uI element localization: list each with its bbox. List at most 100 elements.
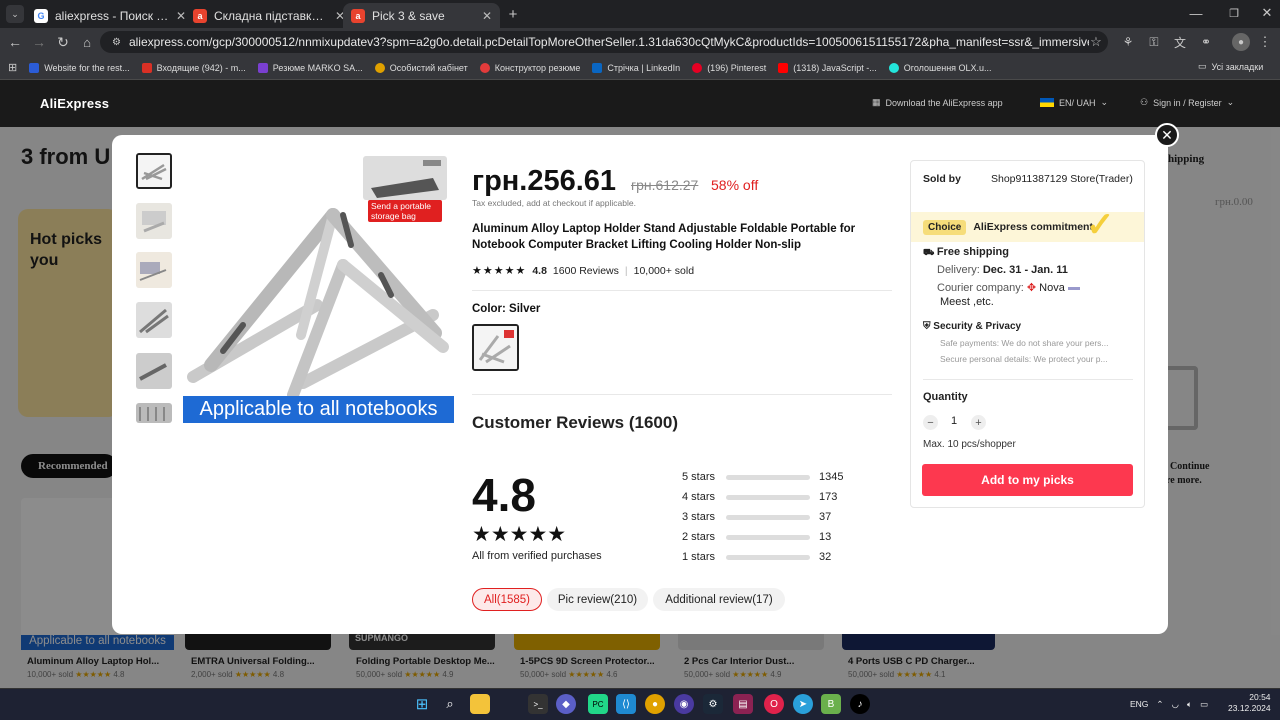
bookmark-item[interactable]: Входящие (942) - m... (141, 62, 246, 73)
network-icon[interactable]: ◡ (1172, 699, 1179, 710)
color-swatch-silver[interactable] (472, 324, 519, 371)
download-app-link[interactable]: ▦ Download the AliExpress app (872, 97, 1003, 108)
close-icon[interactable]: ✕ (482, 9, 492, 23)
product-price: грн.256.61 (472, 165, 617, 197)
vscode-icon[interactable]: ⟨⟩ (616, 694, 636, 714)
security-privacy[interactable]: ⛨ Security & Privacy (923, 321, 1021, 332)
bookmark-item[interactable]: Оголошення OLX.u... (888, 62, 992, 73)
rating-summary: ★★★★★ 4.8 1600 Reviews | 10,000+ sold (472, 264, 694, 278)
battery-icon[interactable]: ▭ (1200, 699, 1208, 710)
windows-start-icon[interactable]: ⊞ (412, 694, 432, 714)
bookmark-item[interactable]: (196) Pinterest (692, 62, 766, 73)
restore-icon[interactable]: ❐ (1224, 4, 1244, 22)
quantity-increase-button[interactable]: + (971, 415, 986, 430)
language-indicator[interactable]: ENG (1130, 699, 1148, 709)
filter-all[interactable]: All(1585) (472, 588, 542, 611)
profile-avatar-icon[interactable]: ● (1232, 33, 1250, 51)
clock[interactable]: 20:54 23.12.2024 (1228, 692, 1271, 714)
rating-value: 4.8 (532, 264, 547, 277)
steam-icon[interactable]: ⚙ (703, 694, 723, 714)
address-bar[interactable]: ⚙ aliexpress.com/gcp/300000512/nnmixupda… (100, 31, 1108, 53)
terminal-icon[interactable]: >_ (528, 694, 548, 714)
close-modal-button[interactable]: ✕ (1155, 123, 1179, 147)
volume-icon[interactable]: 🔈︎ (1187, 699, 1192, 710)
forward-icon[interactable]: → (30, 33, 48, 51)
shield-icon: ⛨ (923, 321, 934, 332)
minimize-icon[interactable]: — (1186, 4, 1206, 22)
star-breakdown-row[interactable]: 2 stars 13 (682, 529, 831, 545)
bookmark-item[interactable]: Стрічка | LinkedIn (592, 62, 680, 73)
search-icon[interactable]: ⌕ (440, 694, 460, 714)
website-icon (29, 62, 40, 73)
quantity-value[interactable]: 1 (951, 415, 957, 427)
reload-icon[interactable]: ↻ (54, 33, 72, 51)
opera-icon[interactable]: O (764, 694, 784, 714)
tab-product[interactable]: a Складна підставка для ноутбу... ✕ (185, 3, 353, 28)
seller-name[interactable]: Shop911387129 Store(Trader) (991, 173, 1133, 185)
bookmark-item[interactable]: Резюме MARKO SA... (257, 62, 363, 73)
winrar-icon[interactable]: ▤ (733, 694, 753, 714)
link-icon[interactable]: ⚭ (1198, 34, 1214, 50)
star-breakdown-row[interactable]: 4 stars 173 (682, 489, 837, 505)
tab-pick3[interactable]: a Pick 3 & save ✕ (343, 3, 500, 28)
site-info-icon[interactable]: ⚙ (112, 37, 121, 48)
chrome-icon[interactable]: ● (645, 694, 665, 714)
max-quantity-note: Max. 10 pcs/shopper (923, 439, 1016, 450)
resume-icon (257, 62, 268, 73)
courier-meest: Meest ,etc. (940, 296, 994, 308)
teams-icon[interactable]: ◆ (556, 694, 576, 714)
tiktok-icon[interactable]: ♪ (850, 694, 870, 714)
folder-icon: ▭ (1198, 61, 1207, 71)
star-breakdown-row[interactable]: 3 stars 37 (682, 509, 831, 525)
star-breakdown-row[interactable]: 5 stars 1345 (682, 469, 843, 485)
signin-link[interactable]: ⚇ Sign in / Register ⌄ (1140, 97, 1234, 108)
tray-chevron-icon[interactable]: ⌃ (1156, 699, 1163, 710)
extension-icon[interactable]: ⚘ (1120, 34, 1136, 50)
check-mark-icon: ✓ (1086, 206, 1115, 244)
file-explorer-icon[interactable] (470, 694, 490, 714)
add-to-picks-button[interactable]: Add to my picks (922, 464, 1133, 496)
pycharm-icon[interactable]: PC (588, 694, 608, 714)
reviews-link[interactable]: 1600 Reviews (553, 265, 619, 277)
thumbnail[interactable] (136, 153, 172, 189)
app-icon[interactable]: ◉ (674, 694, 694, 714)
divider (472, 290, 892, 291)
bookmark-star-icon[interactable]: ☆ (1088, 34, 1104, 50)
secure-details: Secure personal details: We protect your… (940, 354, 1108, 364)
bookmark-item[interactable]: (1318) JavaScript -... (778, 62, 877, 73)
site-logo[interactable]: AliExpress (40, 96, 109, 111)
choice-badge: Choice (923, 219, 967, 235)
thumbnail[interactable] (136, 252, 172, 288)
app-b-icon[interactable]: B (821, 694, 841, 714)
filter-pic-review[interactable]: Pic review(210) (547, 588, 648, 611)
youtube-icon (778, 62, 789, 73)
thumbnail[interactable] (136, 302, 172, 338)
back-icon[interactable]: ← (6, 33, 24, 51)
tab-google[interactable]: G aliexpress - Поиск в Google ✕ (26, 3, 194, 28)
menu-kebab-icon[interactable]: ⋮ (1258, 34, 1272, 50)
translate-icon[interactable]: 文 (1172, 34, 1188, 50)
star-breakdown-row[interactable]: 1 stars 32 (682, 549, 831, 565)
product-title[interactable]: Aluminum Alloy Laptop Holder Stand Adjus… (472, 221, 892, 253)
bookmark-item[interactable]: Website for the rest... (29, 62, 130, 73)
locale-selector[interactable]: EN/ UAH ⌄ (1040, 97, 1108, 108)
bookmarks-bar: ⊞ Website for the rest... Входящие (942)… (0, 56, 1280, 80)
window-close-icon[interactable]: ✕ (1258, 4, 1276, 22)
thumbnail[interactable] (136, 203, 172, 239)
truck-icon: ⛟ (923, 247, 937, 257)
bookmark-item[interactable]: Особистий кабінет (374, 62, 468, 73)
home-icon[interactable]: ⌂ (78, 33, 96, 51)
quantity-decrease-button[interactable]: − (923, 415, 938, 430)
password-key-icon[interactable]: ⚿ (1146, 34, 1162, 50)
thumbnail[interactable] (136, 353, 172, 389)
aliexpress-icon: a (351, 8, 365, 23)
bookmark-item[interactable]: Конструктор резюме (479, 62, 580, 73)
telegram-icon[interactable]: ➤ (793, 694, 813, 714)
thumbnail[interactable] (136, 403, 172, 423)
filter-additional-review[interactable]: Additional review(17) (653, 588, 785, 611)
tab-strip: ⌄ G aliexpress - Поиск в Google ✕ a Скла… (0, 0, 1280, 28)
new-tab-icon[interactable]: + (504, 5, 522, 23)
all-bookmarks[interactable]: ▭ Усі закладки (1198, 61, 1263, 72)
tab-search-icon[interactable]: ⌄ (6, 5, 24, 23)
apps-grid-icon[interactable]: ⊞ (8, 61, 17, 74)
